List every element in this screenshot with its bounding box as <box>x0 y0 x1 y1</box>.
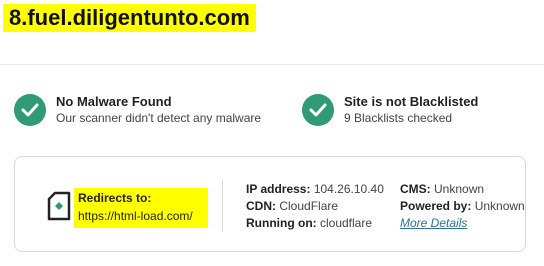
running-on-value: cloudflare <box>319 216 373 230</box>
powered-by-row: Powered by: Unknown <box>400 199 525 213</box>
cms-label: CMS: <box>400 182 431 196</box>
check-icon <box>302 94 334 126</box>
redirect-label: Redirects to: <box>78 191 152 205</box>
malware-status: No Malware Found Our scanner didn't dete… <box>14 94 261 126</box>
more-details-row: More Details <box>400 216 467 230</box>
cms-row: CMS: Unknown <box>400 182 484 196</box>
cms-value: Unknown <box>434 182 485 196</box>
ip-address-row: IP address: 104.26.10.40 <box>246 182 384 196</box>
blacklist-status: Site is not Blacklisted 9 Blacklists che… <box>302 94 478 126</box>
divider <box>0 64 544 65</box>
cdn-label: CDN: <box>246 199 276 213</box>
redirect-url: https://html-load.com/ <box>78 209 193 223</box>
malware-status-title: No Malware Found <box>56 94 172 109</box>
cdn-row: CDN: CloudFlare <box>246 199 338 213</box>
running-on-label: Running on: <box>246 216 317 230</box>
check-icon <box>14 94 46 126</box>
cdn-value: CloudFlare <box>279 199 339 213</box>
ip-address-value: 104.26.10.40 <box>313 182 384 196</box>
powered-by-value: Unknown <box>474 199 525 213</box>
malware-status-subtitle: Our scanner didn't detect any malware <box>56 111 262 125</box>
running-on-row: Running on: cloudflare <box>246 216 372 230</box>
more-details-link[interactable]: More Details <box>400 216 467 230</box>
document-icon <box>47 191 71 221</box>
blacklist-status-subtitle: 9 Blacklists checked <box>344 111 453 125</box>
powered-by-label: Powered by: <box>400 199 472 213</box>
blacklist-status-title: Site is not Blacklisted <box>344 94 479 109</box>
ip-address-label: IP address: <box>246 182 311 196</box>
card-divider <box>222 180 223 232</box>
domain-title: 8.fuel.diligentunto.com <box>3 4 256 32</box>
